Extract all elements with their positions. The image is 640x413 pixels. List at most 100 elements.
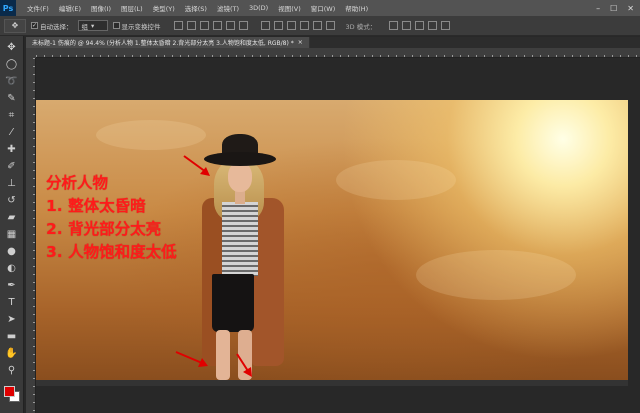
distribute-right-icon[interactable] <box>325 21 335 30</box>
eyedropper-tool-icon[interactable]: ⁄ <box>4 125 20 140</box>
move-icon: ✥ <box>11 21 19 30</box>
analysis-annotation: 分析人物 1. 整体太昏暗 2. 背光部分太亮 3. 人物饱和度太低 <box>46 172 177 264</box>
annotation-title: 分析人物 <box>46 174 109 192</box>
distribute-vcenter-icon[interactable] <box>273 21 283 30</box>
history-brush-icon[interactable]: ↺ <box>4 193 20 208</box>
distribute-top-icon[interactable] <box>260 21 270 30</box>
show-transform-label: 显示变换控件 <box>121 22 161 31</box>
scale-3d-icon[interactable] <box>441 21 451 30</box>
figure-face <box>228 162 252 192</box>
mode-3d-buttons <box>389 21 451 30</box>
align-hcenter-icon[interactable] <box>225 21 235 30</box>
pen-tool-icon[interactable]: ✒ <box>4 278 20 293</box>
figure-leg-left <box>216 330 230 380</box>
document-tab-label: 未标题-1 伤痕的 @ 94.4% (分析人物 1.整体太昏暗 2.背光部分太亮… <box>32 40 294 47</box>
figure-neck <box>235 190 245 204</box>
zoom-tool-icon[interactable]: ⚲ <box>4 363 20 378</box>
menu-view[interactable]: 视图(V) <box>273 3 306 13</box>
figure-shorts <box>212 274 254 332</box>
quick-select-tool-icon[interactable]: ✎ <box>4 91 20 106</box>
align-left-icon[interactable] <box>212 21 222 30</box>
figure-striped-top <box>222 202 258 276</box>
brush-tool-icon[interactable]: ✐ <box>4 159 20 174</box>
chevron-down-icon: ▾ <box>91 21 95 30</box>
auto-select-check[interactable]: ✓ 自动选择： <box>31 21 73 31</box>
menu-window[interactable]: 窗口(W) <box>306 3 341 13</box>
foreground-color-swatch[interactable] <box>3 386 15 397</box>
distribute-hcenter-icon[interactable] <box>312 21 322 30</box>
horizontal-scrollbar[interactable] <box>36 380 628 386</box>
lasso-tool-icon[interactable]: ➰ <box>4 74 20 89</box>
path-select-tool-icon[interactable]: ➤ <box>4 312 20 327</box>
distribute-bottom-icon[interactable] <box>286 21 296 30</box>
marquee-tool-icon[interactable]: ◯ <box>4 57 20 72</box>
healing-tool-icon[interactable]: ✚ <box>4 142 20 157</box>
menu-layer[interactable]: 图层(L) <box>116 3 148 13</box>
dodge-tool-icon[interactable]: ◐ <box>4 261 20 276</box>
move-tool-icon[interactable]: ✥ <box>4 40 20 55</box>
slide-3d-icon[interactable] <box>428 21 438 30</box>
annotation-line: 2. 背光部分太亮 <box>46 220 162 238</box>
menu-bar: Ps 文件(F) 编辑(E) 图像(I) 图层(L) 类型(Y) 选择(S) 滤… <box>0 0 640 16</box>
menu-type[interactable]: 类型(Y) <box>148 3 180 13</box>
document-tab[interactable]: 未标题-1 伤痕的 @ 94.4% (分析人物 1.整体太昏暗 2.背光部分太亮… <box>26 37 310 48</box>
document-canvas[interactable]: 分析人物 1. 整体太昏暗 2. 背光部分太亮 3. 人物饱和度太低 <box>36 100 628 380</box>
auto-select-value: 组 <box>81 22 89 31</box>
move-tool-preset[interactable]: ✥ <box>4 18 26 33</box>
align-right-icon[interactable] <box>238 21 248 30</box>
mode-3d-label: 3D 模式： <box>345 22 377 31</box>
annotation-line: 3. 人物饱和度太低 <box>46 243 177 261</box>
align-buttons <box>173 21 248 30</box>
figure-hat-brim <box>204 152 276 166</box>
menu-help[interactable]: 帮助(H) <box>340 3 373 13</box>
minimize-icon[interactable]: – <box>596 4 600 13</box>
eraser-tool-icon[interactable]: ▰ <box>4 210 20 225</box>
menu-filter[interactable]: 滤镜(T) <box>212 3 244 13</box>
auto-select-dropdown[interactable]: 组 ▾ <box>77 20 108 31</box>
blur-tool-icon[interactable]: ● <box>4 244 20 259</box>
hand-tool-icon[interactable]: ✋ <box>4 346 20 361</box>
rotate-3d-icon[interactable] <box>389 21 399 30</box>
roll-3d-icon[interactable] <box>402 21 412 30</box>
tab-close-icon[interactable]: × <box>298 39 303 46</box>
window-controls: – ☐ ✕ <box>596 4 640 13</box>
shape-tool-icon[interactable]: ▬ <box>4 329 20 344</box>
distribute-left-icon[interactable] <box>299 21 309 30</box>
workspace: 分析人物 1. 整体太昏暗 2. 背光部分太亮 3. 人物饱和度太低 <box>36 58 640 413</box>
menu-file[interactable]: 文件(F) <box>22 3 54 13</box>
color-swatches[interactable] <box>2 384 22 406</box>
align-vcenter-icon[interactable] <box>186 21 196 30</box>
gradient-tool-icon[interactable]: ▦ <box>4 227 20 242</box>
menu-select[interactable]: 选择(S) <box>180 3 212 13</box>
bokeh-streak <box>336 160 456 200</box>
options-bar: ✥ ✓ 自动选择： 组 ▾ 显示变换控件 3D 模式： <box>0 16 640 36</box>
menu-edit[interactable]: 编辑(E) <box>54 3 86 13</box>
close-icon[interactable]: ✕ <box>627 4 634 13</box>
crop-tool-icon[interactable]: ⌗ <box>4 108 20 123</box>
arrow-icon <box>183 155 210 176</box>
stamp-tool-icon[interactable]: ⊥ <box>4 176 20 191</box>
auto-select-label: 自动选择： <box>40 22 73 31</box>
align-top-icon[interactable] <box>173 21 183 30</box>
arrow-icon <box>175 351 208 367</box>
photoshop-logo: Ps <box>0 0 16 16</box>
drag-3d-icon[interactable] <box>415 21 425 30</box>
type-tool-icon[interactable]: T <box>4 295 20 310</box>
horizontal-ruler[interactable] <box>36 48 640 58</box>
menu-image[interactable]: 图像(I) <box>86 3 116 13</box>
maximize-icon[interactable]: ☐ <box>610 4 617 13</box>
bokeh-streak <box>416 250 576 300</box>
ruler-corner[interactable] <box>26 48 36 58</box>
toolbox: ✥ ◯ ➰ ✎ ⌗ ⁄ ✚ ✐ ⊥ ↺ ▰ ▦ ● ◐ ✒ T ➤ ▬ ✋ ⚲ <box>0 36 24 413</box>
distribute-buttons <box>260 21 335 30</box>
show-transform-check[interactable]: 显示变换控件 <box>112 21 161 31</box>
show-transform-checkbox[interactable] <box>112 22 120 29</box>
document-tab-bar: 未标题-1 伤痕的 @ 94.4% (分析人物 1.整体太昏暗 2.背光部分太亮… <box>26 37 640 48</box>
auto-select-checkbox[interactable]: ✓ <box>31 22 38 29</box>
annotation-line: 1. 整体太昏暗 <box>46 197 146 215</box>
arrow-icon <box>236 353 252 377</box>
bokeh-streak <box>96 120 206 150</box>
vertical-ruler[interactable] <box>26 58 36 413</box>
menu-3d[interactable]: 3D(D) <box>244 4 273 12</box>
align-bottom-icon[interactable] <box>199 21 209 30</box>
